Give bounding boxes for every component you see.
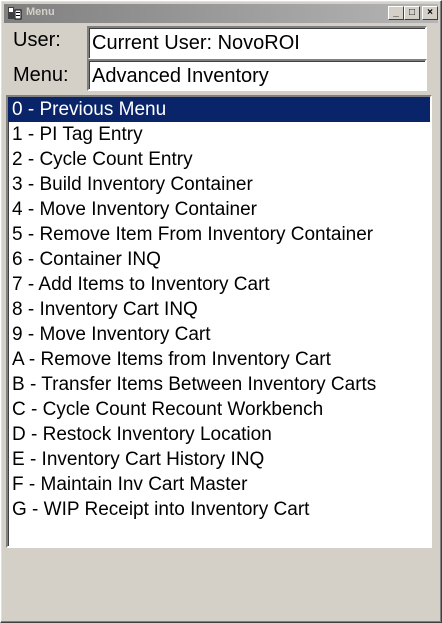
menu-list-item[interactable]: G - WIP Receipt into Inventory Cart xyxy=(8,497,430,522)
user-field[interactable]: Current User: NovoROI xyxy=(87,26,427,60)
menu-list-item[interactable]: E - Inventory Cart History INQ xyxy=(8,447,430,472)
menu-list-item[interactable]: A - Remove Items from Inventory Cart xyxy=(8,347,430,372)
menu-field[interactable]: Advanced Inventory xyxy=(87,59,427,91)
menu-list-item[interactable]: 2 - Cycle Count Entry xyxy=(8,147,430,172)
menu-list-item[interactable]: 6 - Container INQ xyxy=(8,247,430,272)
menu-list-item[interactable]: 0 - Previous Menu xyxy=(8,97,430,122)
menu-list-item[interactable]: 3 - Build Inventory Container xyxy=(8,172,430,197)
menu-list-item[interactable]: B - Transfer Items Between Inventory Car… xyxy=(8,372,430,397)
menu-list-item[interactable]: F - Maintain Inv Cart Master xyxy=(8,472,430,497)
menu-label: Menu: xyxy=(13,64,69,86)
menu-list-item[interactable]: 4 - Move Inventory Container xyxy=(8,197,430,222)
maximize-button[interactable]: □ xyxy=(404,6,420,20)
menu-list-item[interactable]: D - Restock Inventory Location xyxy=(8,422,430,447)
close-icon: × xyxy=(427,7,433,18)
maximize-icon: □ xyxy=(408,7,416,18)
menu-list-item[interactable]: 7 - Add Items to Inventory Cart xyxy=(8,272,430,297)
minimize-button[interactable]: _ xyxy=(388,6,404,20)
menu-list-item[interactable]: 9 - Move Inventory Cart xyxy=(8,322,430,347)
app-icon xyxy=(7,6,22,21)
menu-list-item[interactable]: 8 - Inventory Cart INQ xyxy=(8,297,430,322)
window-title: Menu xyxy=(26,6,55,18)
close-button[interactable]: × xyxy=(422,6,438,20)
menu-list-item[interactable]: 1 - PI Tag Entry xyxy=(8,122,430,147)
menu-window: Menu _ □ × User: Current User: NovoROI M… xyxy=(0,0,442,623)
minimize-icon: _ xyxy=(393,7,399,18)
menu-list-item[interactable]: C - Cycle Count Recount Workbench xyxy=(8,397,430,422)
menu-list-item[interactable]: 5 - Remove Item From Inventory Container xyxy=(8,222,430,247)
title-bar[interactable]: Menu _ □ × xyxy=(4,4,438,23)
menu-list[interactable]: 0 - Previous Menu 1 - PI Tag Entry 2 - Cyc… xyxy=(6,95,432,548)
user-label: User: xyxy=(13,29,61,51)
